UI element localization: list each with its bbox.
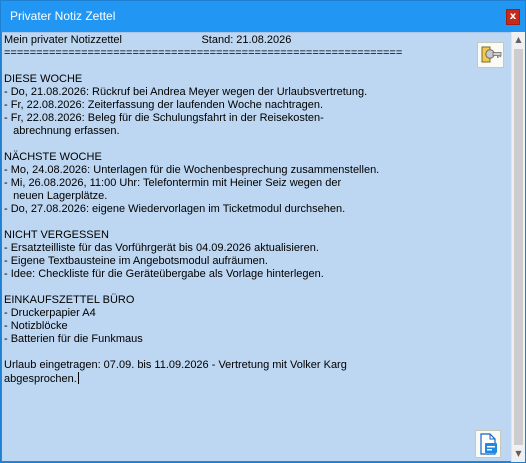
scroll-up-arrow[interactable]: ▲ (512, 32, 525, 48)
document-button[interactable] (475, 430, 501, 458)
note-content: Mein privater Notizzettel Stand: 21.08.2… (4, 34, 403, 385)
scroll-down-arrow[interactable]: ▼ (512, 446, 525, 462)
document-icon (480, 433, 497, 455)
note-window: Privater Notiz Zettel x Mein privater No… (0, 0, 526, 463)
note-text[interactable]: Mein privater Notizzettel Stand: 21.08.2… (4, 34, 402, 386)
close-button[interactable]: x (506, 9, 520, 25)
vertical-scrollbar[interactable]: ▲ ▼ (511, 32, 525, 462)
key-icon (481, 46, 502, 63)
scroll-thumb[interactable] (514, 49, 523, 445)
note-editor[interactable]: Mein privater Notizzettel Stand: 21.08.2… (2, 32, 511, 461)
text-caret (77, 372, 79, 384)
key-button[interactable] (477, 42, 504, 68)
title-bar[interactable]: Privater Notiz Zettel x (1, 1, 525, 32)
window-title: Privater Notiz Zettel (10, 9, 116, 23)
